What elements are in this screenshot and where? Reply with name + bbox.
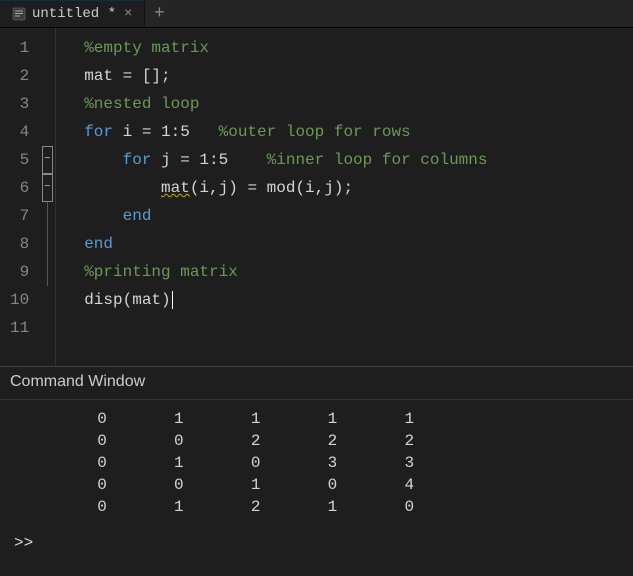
line-number: 10 xyxy=(10,286,33,314)
file-icon xyxy=(12,7,26,21)
line-number: 1 xyxy=(10,34,33,62)
file-tab[interactable]: untitled * × xyxy=(0,0,145,27)
code-line[interactable]: mat(i,j) = mod(i,j); xyxy=(84,174,487,202)
output-row: 0 0 1 0 4 xyxy=(30,474,623,496)
line-number: 5 xyxy=(10,146,33,174)
code-line[interactable]: disp(mat) xyxy=(84,286,487,314)
line-number: 3 xyxy=(10,90,33,118)
output-row: 0 1 0 3 3 xyxy=(30,452,623,474)
line-number: 7 xyxy=(10,202,33,230)
code-line[interactable]: mat = []; xyxy=(84,62,487,90)
text-cursor xyxy=(172,291,173,309)
code-line[interactable]: for i = 1:5 %outer loop for rows xyxy=(84,118,487,146)
code-editor[interactable]: 1234567891011 −− %empty matrixmat = [];%… xyxy=(0,28,633,366)
tab-title: untitled * xyxy=(32,6,116,22)
code-line[interactable]: %printing matrix xyxy=(84,258,487,286)
new-tab-button[interactable]: + xyxy=(145,0,173,27)
code-line[interactable]: %nested loop xyxy=(84,90,487,118)
code-area[interactable]: %empty matrixmat = [];%nested loopfor i … xyxy=(56,28,487,366)
fold-column: −− xyxy=(39,28,55,366)
command-prompt[interactable]: >> xyxy=(0,522,633,556)
code-line[interactable]: %empty matrix xyxy=(84,34,487,62)
line-number: 9 xyxy=(10,258,33,286)
fold-guide xyxy=(47,230,48,258)
line-number: 11 xyxy=(10,314,33,342)
fold-guide xyxy=(47,202,48,230)
command-window-output: 0 1 1 1 1 0 0 2 2 2 0 1 0 3 3 0 0 1 0 4 … xyxy=(0,400,633,522)
output-row: 0 0 2 2 2 xyxy=(30,430,623,452)
line-number-column: 1234567891011 xyxy=(0,28,39,366)
line-number: 6 xyxy=(10,174,33,202)
editor-gutter: 1234567891011 −− xyxy=(0,28,56,366)
line-number: 2 xyxy=(10,62,33,90)
output-row: 0 1 1 1 1 xyxy=(30,408,623,430)
code-line[interactable]: end xyxy=(84,202,487,230)
command-window-panel: Command Window 0 1 1 1 1 0 0 2 2 2 0 1 0… xyxy=(0,367,633,556)
command-window-title: Command Window xyxy=(0,367,633,400)
fold-toggle[interactable]: − xyxy=(42,146,53,174)
close-tab-button[interactable]: × xyxy=(122,6,134,22)
tab-bar: untitled * × + xyxy=(0,0,633,28)
fold-toggle[interactable]: − xyxy=(42,174,53,202)
fold-guide xyxy=(47,258,48,286)
prompt-symbol: >> xyxy=(14,534,33,552)
code-line[interactable]: end xyxy=(84,230,487,258)
line-number: 8 xyxy=(10,230,33,258)
code-line[interactable]: for j = 1:5 %inner loop for columns xyxy=(84,146,487,174)
line-number: 4 xyxy=(10,118,33,146)
output-row: 0 1 2 1 0 xyxy=(30,496,623,518)
